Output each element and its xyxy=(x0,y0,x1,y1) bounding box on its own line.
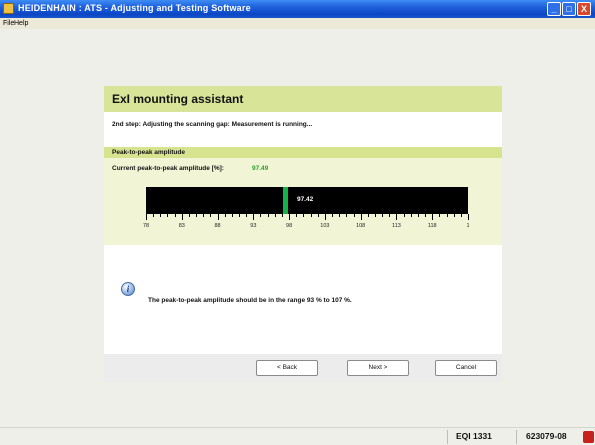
next-button[interactable]: Next > xyxy=(347,360,409,376)
gauge-major-tick xyxy=(468,214,469,220)
gauge-major-tick xyxy=(182,214,183,220)
gauge-minor-tick xyxy=(246,214,247,217)
gauge-tick-label: 1 xyxy=(466,223,470,229)
gauge-major-tick xyxy=(218,214,219,220)
gauge-minor-tick xyxy=(418,214,419,217)
gauge-major-tick xyxy=(396,214,397,220)
gauge-minor-tick xyxy=(167,214,168,217)
mounting-assistant-dialog: ExI mounting assistant 2nd step: Adjusti… xyxy=(104,86,502,382)
gauge-minor-tick xyxy=(275,214,276,217)
amplitude-gauge: 97.42 xyxy=(146,187,468,214)
current-amplitude-value: 97.49 xyxy=(252,165,269,172)
dialog-footer: < Back Next > Cancel xyxy=(104,354,502,382)
gauge-scale xyxy=(146,214,469,222)
gauge-tick-label: 88 xyxy=(214,223,221,229)
dialog-title: ExI mounting assistant xyxy=(112,92,244,106)
amplitude-panel: Peak-to-peak amplitude Current peak-to-p… xyxy=(104,147,502,245)
close-button[interactable]: X xyxy=(577,2,591,16)
maximize-button[interactable]: □ xyxy=(562,2,576,16)
gauge-minor-tick xyxy=(196,214,197,217)
status-divider xyxy=(447,430,448,444)
gauge-major-tick xyxy=(253,214,254,220)
gauge-minor-tick xyxy=(210,214,211,217)
gauge-major-tick xyxy=(146,214,147,220)
gauge-minor-tick xyxy=(332,214,333,217)
gauge-minor-tick xyxy=(382,214,383,217)
gauge-minor-tick xyxy=(282,214,283,217)
status-id: 623079-08 xyxy=(526,431,567,441)
step-description: 2nd step: Adjusting the scanning gap: Me… xyxy=(112,121,313,128)
gauge-tick-label: 108 xyxy=(356,223,366,229)
gauge-minor-tick xyxy=(439,214,440,217)
gauge-minor-tick xyxy=(203,214,204,217)
app-window: HEIDENHAIN : ATS - Adjusting and Testing… xyxy=(0,0,595,445)
gauge-tick-label: 83 xyxy=(178,223,185,229)
gauge-tick-label: 93 xyxy=(250,223,257,229)
gauge-minor-tick xyxy=(189,214,190,217)
current-amplitude-label: Current peak-to-peak amplitude [%]: xyxy=(112,165,224,172)
gauge-major-tick xyxy=(289,214,290,220)
gauge-minor-tick xyxy=(311,214,312,217)
status-device: EQI 1331 xyxy=(456,431,492,441)
gauge-minor-tick xyxy=(425,214,426,217)
gauge-marker-label: 97.42 xyxy=(296,196,314,203)
gauge-minor-tick xyxy=(303,214,304,217)
gauge-minor-tick xyxy=(160,214,161,217)
info-message: The peak-to-peak amplitude should be in … xyxy=(148,297,352,304)
tray-icon xyxy=(583,431,594,443)
amplitude-section-header: Peak-to-peak amplitude xyxy=(104,147,502,158)
gauge-minor-tick xyxy=(318,214,319,217)
gauge-tick-label: 118 xyxy=(427,223,437,229)
gauge-minor-tick xyxy=(260,214,261,217)
gauge-tick-label: 113 xyxy=(392,223,401,229)
gauge-minor-tick xyxy=(339,214,340,217)
dialog-header: ExI mounting assistant xyxy=(104,86,502,112)
gauge-minor-tick xyxy=(225,214,226,217)
minimize-button[interactable]: _ xyxy=(547,2,561,16)
gauge-tick-label: 98 xyxy=(286,223,293,229)
gauge-marker xyxy=(282,187,288,214)
gauge-minor-tick xyxy=(175,214,176,217)
app-icon xyxy=(3,3,14,14)
gauge-major-tick xyxy=(432,214,433,220)
menu-file[interactable]: File xyxy=(3,20,14,27)
gauge-minor-tick xyxy=(461,214,462,217)
back-button[interactable]: < Back xyxy=(256,360,318,376)
status-bar: EQI 1331 623079-08 xyxy=(0,427,595,445)
menu-help[interactable]: Help xyxy=(14,20,28,27)
gauge-minor-tick xyxy=(411,214,412,217)
gauge-tick-label: 103 xyxy=(320,223,330,229)
gauge-minor-tick xyxy=(389,214,390,217)
gauge-major-tick xyxy=(361,214,362,220)
gauge-minor-tick xyxy=(232,214,233,217)
gauge-major-tick xyxy=(325,214,326,220)
gauge-minor-tick xyxy=(153,214,154,217)
info-icon: i xyxy=(121,282,135,296)
gauge-tick-label: 78 xyxy=(142,223,150,229)
gauge-minor-tick xyxy=(454,214,455,217)
gauge-minor-tick xyxy=(296,214,297,217)
gauge-minor-tick xyxy=(368,214,369,217)
gauge-minor-tick xyxy=(239,214,240,217)
gauge-minor-tick xyxy=(375,214,376,217)
gauge-minor-tick xyxy=(346,214,347,217)
window-title: HEIDENHAIN : ATS - Adjusting and Testing… xyxy=(18,3,251,13)
menu-bar: File Help xyxy=(0,18,595,29)
status-divider xyxy=(516,430,517,444)
gauge-minor-tick xyxy=(268,214,269,217)
gauge-minor-tick xyxy=(354,214,355,217)
title-bar: HEIDENHAIN : ATS - Adjusting and Testing… xyxy=(0,0,595,18)
cancel-button[interactable]: Cancel xyxy=(435,360,497,376)
amplitude-section-title: Peak-to-peak amplitude xyxy=(112,149,185,156)
gauge-minor-tick xyxy=(447,214,448,217)
gauge-minor-tick xyxy=(404,214,405,217)
